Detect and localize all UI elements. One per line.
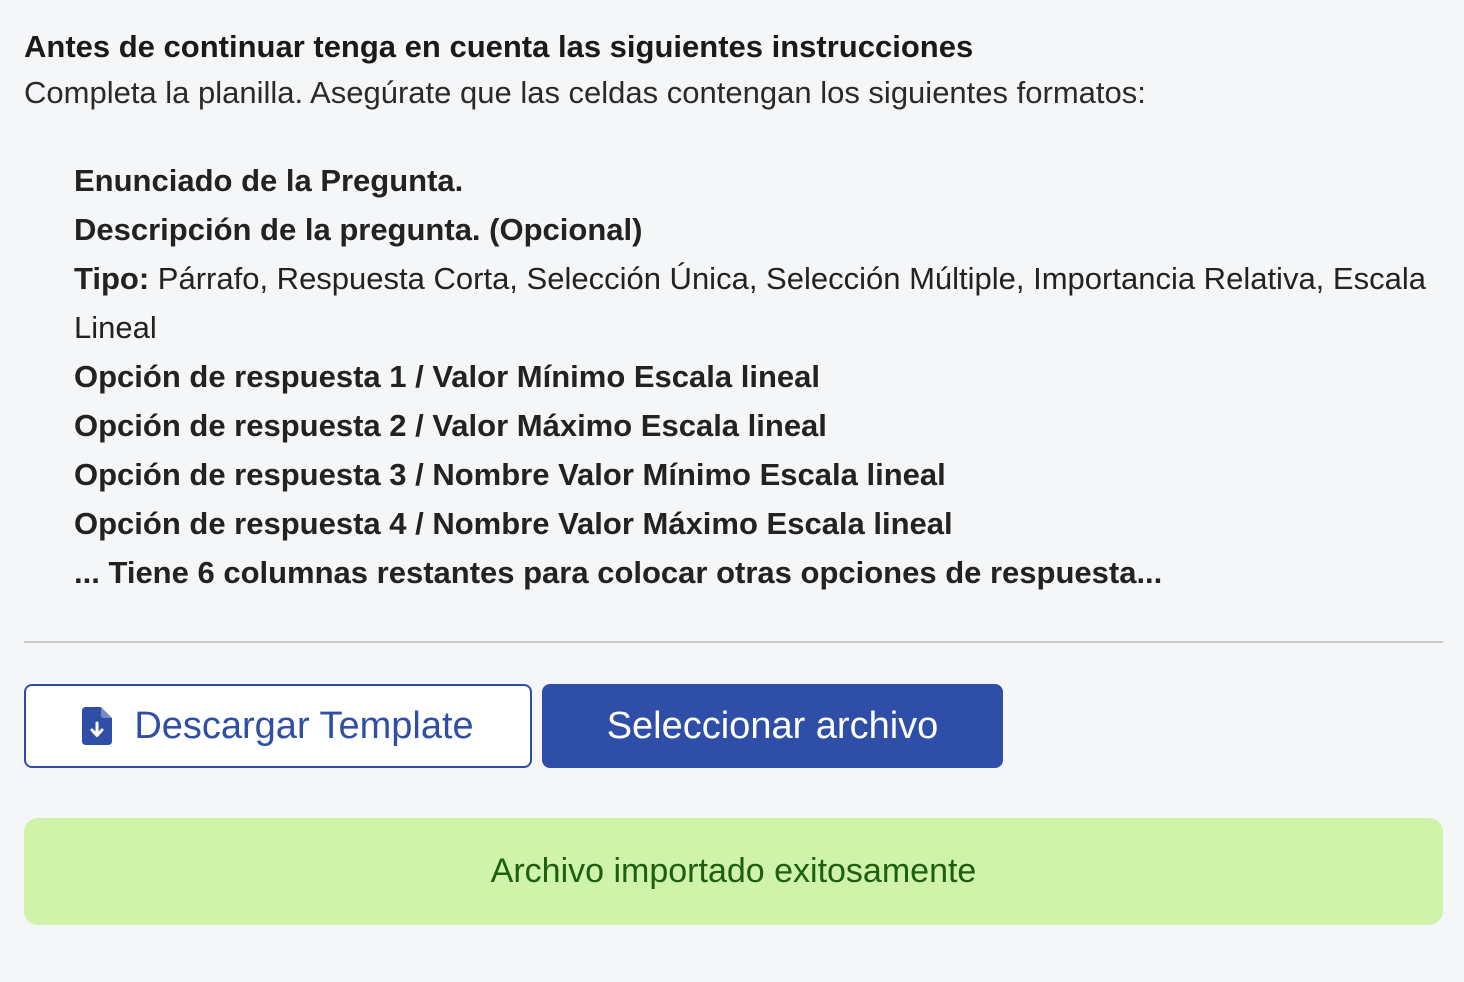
tipo-label: Tipo: — [74, 261, 150, 296]
download-template-button[interactable]: Descargar Template — [24, 684, 532, 768]
file-download-icon — [82, 707, 113, 745]
format-item-tipo: Tipo: Párrafo, Respuesta Corta, Selecció… — [74, 254, 1443, 352]
format-item-opcion-3: Opción de respuesta 3 / Nombre Valor Mín… — [74, 457, 946, 492]
instructions-heading: Antes de continuar tenga en cuenta las s… — [24, 29, 974, 64]
format-item-opcion-4: Opción de respuesta 4 / Nombre Valor Máx… — [74, 506, 953, 541]
format-list: Enunciado de la Pregunta. Descripción de… — [74, 156, 1443, 597]
tipo-values: Párrafo, Respuesta Corta, Selección Únic… — [74, 261, 1426, 345]
section-divider — [24, 641, 1443, 643]
success-alert: Archivo importado exitosamente — [24, 818, 1443, 925]
select-file-label: Seleccionar archivo — [606, 704, 939, 747]
instructions-intro: Completa la planilla. Asegúrate que las … — [24, 75, 1146, 110]
format-item-restantes: ... Tiene 6 columnas restantes para colo… — [74, 555, 1163, 590]
format-item-enunciado: Enunciado de la Pregunta. — [74, 163, 464, 198]
format-item-descripcion: Descripción de la pregunta. (Opcional) — [74, 212, 643, 247]
select-file-button[interactable]: Seleccionar archivo — [542, 684, 1003, 768]
format-item-opcion-2: Opción de respuesta 2 / Valor Máximo Esc… — [74, 408, 827, 443]
download-template-label: Descargar Template — [134, 704, 474, 747]
format-item-opcion-1: Opción de respuesta 1 / Valor Mínimo Esc… — [74, 359, 820, 394]
action-buttons: Descargar Template Seleccionar archivo — [24, 684, 1003, 768]
instructions-panel: Antes de continuar tenga en cuenta las s… — [24, 24, 1443, 597]
success-message: Archivo importado exitosamente — [490, 852, 977, 890]
